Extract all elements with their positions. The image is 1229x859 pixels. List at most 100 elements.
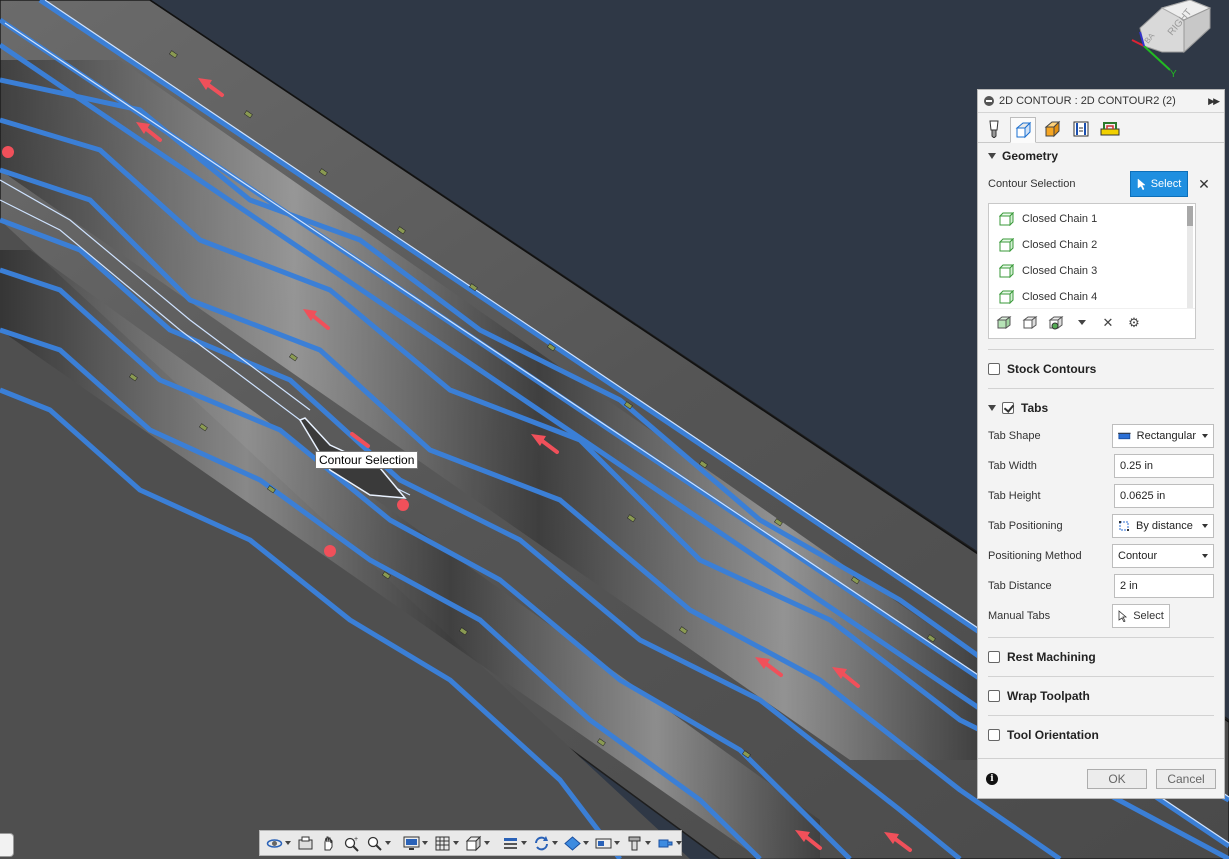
cancel-button[interactable]: Cancel [1156, 768, 1216, 789]
wrap-toolpath-header[interactable]: Wrap Toolpath [988, 683, 1214, 709]
manual-tabs-select-button[interactable]: Select [1112, 604, 1170, 628]
section-button[interactable] [500, 832, 529, 854]
section-icon [504, 837, 517, 849]
manual-tabs-label: Manual Tabs [988, 610, 1051, 622]
tool-orientation-checkbox[interactable] [988, 729, 1000, 741]
tab-width-input[interactable]: 0.25 in [1114, 454, 1214, 478]
manual-tabs-row: Manual Tabs Select [988, 601, 1214, 631]
tab-shape-dropdown[interactable]: Rectangular [1112, 424, 1214, 448]
tab-positioning-label: Tab Positioning [988, 520, 1063, 532]
cursor-icon [1137, 178, 1146, 190]
edit-chain-icon[interactable] [1021, 314, 1039, 332]
tab-positioning-value: By distance [1136, 520, 1193, 532]
zoom-button[interactable]: + [341, 832, 362, 854]
wrap-toolpath-checkbox[interactable] [988, 690, 1000, 702]
refresh-button[interactable] [531, 832, 560, 854]
geometry-header[interactable]: Geometry [988, 143, 1214, 169]
refresh-icon [535, 835, 548, 850]
expand-panel-icon[interactable]: ▶▶ [1208, 96, 1220, 107]
environment-icon [658, 839, 673, 847]
viewports-icon [465, 835, 482, 851]
tab-distance-row: Tab Distance 2 in [988, 571, 1214, 601]
cursor-icon [1118, 610, 1128, 622]
tool-orientation-section: Tool Orientation [978, 722, 1224, 748]
positioning-method-dropdown[interactable]: Contour [1112, 544, 1214, 568]
add-chain-icon[interactable] [995, 314, 1013, 332]
panel-header: 2D CONTOUR : 2D CONTOUR2 (2) ▶▶ [978, 90, 1224, 113]
linking-icon [1100, 122, 1120, 136]
tab-width-label: Tab Width [988, 460, 1037, 472]
expand-triangle-icon [988, 405, 996, 411]
tool-display-button[interactable] [624, 832, 653, 854]
tab-linking[interactable] [1097, 116, 1123, 142]
viewports-button[interactable] [463, 832, 492, 854]
gear-icon[interactable]: ⚙ [1125, 314, 1143, 332]
rest-machining-heading: Rest Machining [1007, 650, 1096, 664]
tab-tool[interactable] [981, 116, 1007, 142]
stock-contours-checkbox[interactable] [988, 363, 1000, 375]
remove-chain-icon[interactable]: ✕ [1099, 314, 1117, 332]
geometry-heading: Geometry [1002, 149, 1059, 163]
chain-item[interactable]: Closed Chain 4 [989, 284, 1195, 308]
tab-distance-label: Tab Distance [988, 580, 1052, 592]
view-cube[interactable]: RIGHT BA Y [1122, 0, 1212, 82]
contour-select-button[interactable]: Select [1130, 171, 1188, 197]
chain-dropdown-icon[interactable] [1073, 314, 1091, 332]
rest-machining-section: Rest Machining [978, 644, 1224, 677]
chain-item[interactable]: Closed Chain 1 [989, 206, 1195, 232]
chain-item[interactable]: Closed Chain 2 [989, 232, 1195, 258]
stock-contours-header[interactable]: Stock Contours [988, 356, 1214, 382]
chain-item-label: Closed Chain 2 [1022, 239, 1098, 251]
tab-positioning-row: Tab Positioning By distance [988, 511, 1214, 541]
rest-machining-header[interactable]: Rest Machining [988, 644, 1214, 670]
positioning-method-value: Contour [1118, 550, 1158, 562]
closed-chain-icon [999, 290, 1014, 304]
by-distance-icon [1119, 521, 1129, 531]
tab-height-input[interactable]: 0.0625 in [1114, 484, 1214, 508]
panel-title: 2D CONTOUR : 2D CONTOUR2 (2) [999, 95, 1176, 107]
rendering-button[interactable] [593, 832, 622, 854]
tab-passes[interactable] [1068, 116, 1094, 142]
environment-button[interactable] [655, 832, 684, 854]
chain-tools: ✕ ⚙ [989, 308, 1195, 336]
fit-button[interactable] [364, 832, 393, 854]
chain-list-box: Closed Chain 1 Closed Chain 2 Closed Chain… [988, 203, 1196, 339]
contour-select-label: Select [1150, 178, 1182, 190]
tab-height-row: Tab Height 0.0625 in [988, 481, 1214, 511]
chain-list[interactable]: Closed Chain 1 Closed Chain 2 Closed Chain… [989, 204, 1195, 308]
orbit-button[interactable] [264, 832, 293, 854]
divider [988, 388, 1214, 389]
pan-button[interactable] [318, 832, 339, 854]
chain-options-icon[interactable] [1047, 314, 1065, 332]
info-icon[interactable]: i [986, 772, 998, 785]
tabs-heading: Tabs [1021, 401, 1049, 415]
geometry-section: Geometry Contour Selection Select ✕ Clos… [978, 143, 1224, 350]
chain-item[interactable]: Closed Chain 3 [989, 258, 1195, 284]
manual-tabs-select-label: Select [1133, 610, 1164, 622]
rest-machining-checkbox[interactable] [988, 651, 1000, 663]
tabs-header[interactable]: Tabs [988, 395, 1214, 421]
passes-icon [1073, 121, 1089, 137]
look-at-icon [298, 836, 313, 849]
divider [988, 637, 1214, 638]
clear-selection-icon[interactable]: ✕ [1194, 176, 1214, 193]
zoom-icon: + [344, 836, 359, 852]
grid-button[interactable] [432, 832, 461, 854]
browser-toggle[interactable] [0, 833, 14, 857]
tab-positioning-dropdown[interactable]: By distance [1112, 514, 1214, 538]
tab-heights[interactable] [1039, 116, 1065, 142]
tabs-checkbox[interactable] [1002, 402, 1014, 414]
chain-list-scrollbar[interactable] [1187, 206, 1193, 308]
scrollbar-thumb[interactable] [1187, 206, 1193, 226]
chevron-down-icon [1202, 524, 1208, 528]
tab-geometry[interactable] [1010, 117, 1036, 143]
collapse-icon[interactable] [984, 96, 994, 106]
panel-footer: i OK Cancel [978, 758, 1224, 798]
look-at-button[interactable] [295, 832, 316, 854]
material-button[interactable] [562, 832, 591, 854]
tool-orientation-header[interactable]: Tool Orientation [988, 722, 1214, 748]
tab-distance-input[interactable]: 2 in [1114, 574, 1214, 598]
view-cube-icon[interactable]: RIGHT BA Y [1122, 0, 1212, 82]
ok-button[interactable]: OK [1087, 768, 1147, 789]
display-settings-button[interactable] [401, 832, 430, 854]
